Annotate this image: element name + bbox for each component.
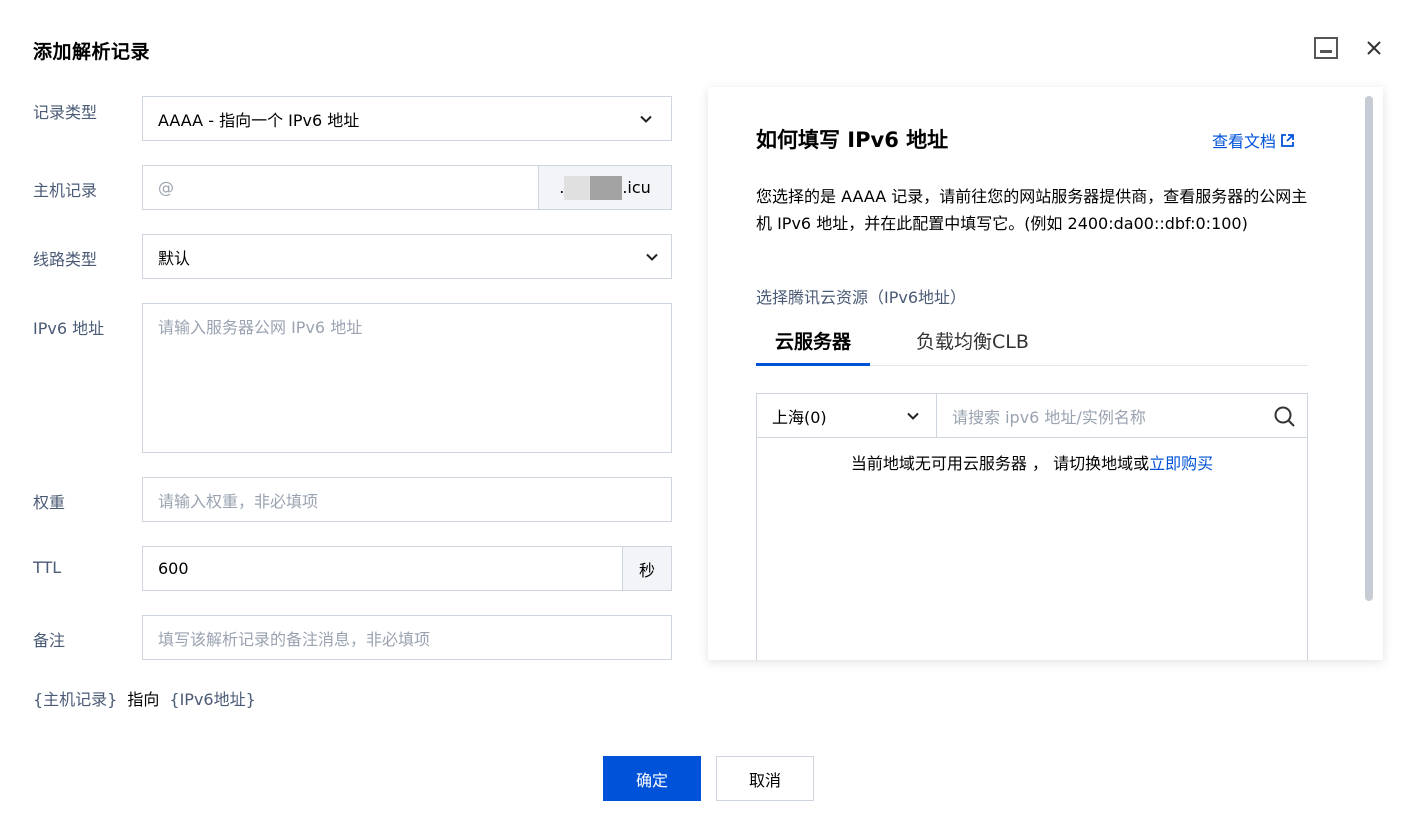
help-title: 如何填写 IPv6 地址 [756,128,949,152]
record-summary: {主机记录} 指向 {IPv6地址} [33,686,256,710]
help-description: 您选择的是 AAAA 记录，请前往您的网站服务器提供商，查看服务器的公网主机 I… [756,187,1308,233]
host-domain-suffix: . .icu [538,166,671,209]
external-link-icon [1281,133,1294,147]
ttl-value: 600 [158,559,189,578]
weight-placeholder: 请输入权重，非必填项 [158,491,319,511]
redacted-block [590,175,623,200]
remark-input[interactable]: 填写该解析记录的备注消息，非必填项 [142,615,672,660]
host-suffix-end: .icu [622,178,651,197]
resource-list: 上海(0) 请搜索 ipv6 地址/实例名称 当前地域无可用云服务器 ， 请切换… [756,393,1308,660]
minimize-icon [1314,37,1338,59]
chevron-down-icon [907,412,919,420]
buy-now-link[interactable]: 立即购买 [1149,454,1213,473]
host-input[interactable]: @ . .icu [142,165,672,210]
host-placeholder: @ [158,178,174,197]
chevron-down-icon [640,115,652,123]
line-type-select[interactable]: 默认 [142,234,672,279]
close-button[interactable] [1362,36,1386,60]
summary-host: {主机记录} [33,690,118,709]
summary-verb: 指向 [127,690,160,709]
cancel-button[interactable]: 取消 [716,756,814,801]
summary-target: {IPv6地址} [169,690,256,709]
region-select[interactable]: 上海(0) [757,394,937,438]
close-icon [1367,41,1381,55]
help-panel: 如何填写 IPv6 地址 查看文档 您选择的是 AAAA 记录，请前往您的网站服… [708,87,1383,660]
remark-placeholder: 填写该解析记录的备注消息，非必填项 [158,629,431,649]
view-docs-label: 查看文档 [1212,132,1277,151]
dialog-title: 添加解析记录 [33,41,151,63]
search-placeholder: 请搜索 ipv6 地址/实例名称 [952,407,1146,427]
host-label: 主机记录 [33,181,98,200]
weight-input[interactable]: 请输入权重，非必填项 [142,477,672,522]
ipv6-label: IPv6 地址 [33,319,105,338]
weight-label: 权重 [33,493,66,512]
resource-tabs: 云服务器 负载均衡CLB [756,327,1308,366]
chevron-down-icon [646,253,658,261]
search-icon[interactable] [1273,405,1297,429]
tab-cvm[interactable]: 云服务器 [756,327,870,366]
record-type-label: 记录类型 [33,103,98,122]
resource-label: 选择腾讯云资源（IPv6地址） [756,288,967,307]
empty-state-message: 当前地域无可用云服务器 ， 请切换地域或立即购买 [757,450,1307,474]
record-type-value: AAAA - 指向一个 IPv6 地址 [158,110,360,130]
record-type-select[interactable]: AAAA - 指向一个 IPv6 地址 [142,96,672,141]
line-type-label: 线路类型 [33,250,98,269]
panel-scrollbar[interactable] [1365,96,1373,601]
minimize-button[interactable] [1314,36,1338,60]
ipv6-placeholder: 请输入服务器公网 IPv6 地址 [158,318,363,337]
tab-clb[interactable]: 负载均衡CLB [916,327,1029,354]
ttl-unit: 秒 [622,547,671,590]
remark-label: 备注 [33,631,66,650]
empty-state-text: 当前地域无可用云服务器 ， 请切换地域或 [850,454,1150,473]
confirm-button[interactable]: 确定 [603,756,701,801]
ttl-input[interactable]: 600 秒 [142,546,672,591]
ipv6-textarea[interactable]: 请输入服务器公网 IPv6 地址 [142,303,672,453]
view-docs-link[interactable]: 查看文档 [1212,128,1295,152]
ttl-label: TTL [33,558,62,577]
redacted-block [564,175,591,200]
resource-search-input[interactable]: 请搜索 ipv6 地址/实例名称 [937,394,1307,438]
region-value: 上海(0) [772,407,827,427]
line-type-value: 默认 [158,248,191,268]
